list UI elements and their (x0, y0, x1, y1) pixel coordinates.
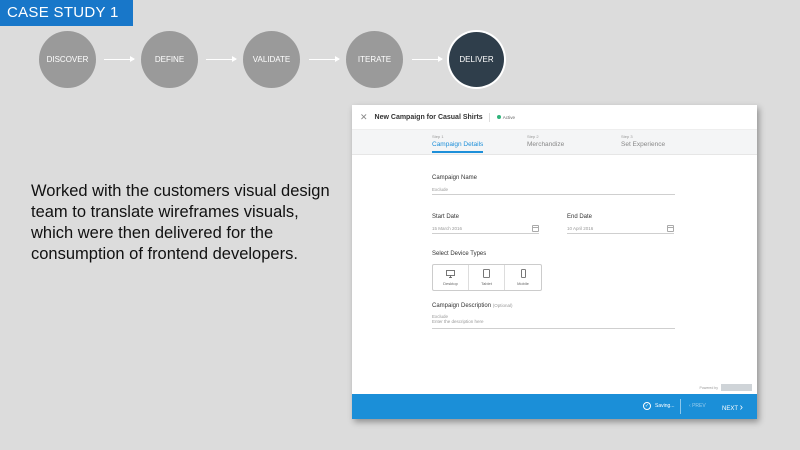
powered-by: Powered by (700, 384, 752, 391)
step-iterate: ITERATE (346, 31, 403, 88)
campaign-name-label: Campaign Name (432, 175, 478, 181)
tab-label: Merchandize (527, 141, 565, 148)
optional-tag: (Optional) (492, 303, 513, 308)
step-define: DEFINE (141, 31, 198, 88)
case-study-description: Worked with the customers visual design … (31, 182, 330, 263)
case-study-tag: CASE STUDY 1 (0, 0, 133, 26)
tab-merchandize[interactable]: Step 2 Merchandize (527, 134, 564, 148)
next-button[interactable]: NEXT › (722, 402, 743, 413)
device-desktop-button[interactable]: Desktop (433, 265, 469, 290)
start-date-input[interactable]: 15 March 2016 (432, 225, 539, 234)
campaign-app-screenshot: ✕ New Campaign for Casual Shirts Active … (352, 105, 757, 419)
arrow-icon (412, 56, 443, 62)
saving-indicator: ✓ Saving... (643, 402, 674, 410)
chevron-left-icon: ‹ (689, 403, 691, 409)
prev-label: PREV (692, 403, 706, 409)
end-date-label: End Date (567, 214, 593, 220)
start-date-label: Start Date (432, 214, 460, 220)
tablet-icon (483, 269, 490, 278)
tab-label: Set Experience (621, 141, 666, 148)
step-validate: VALIDATE (243, 31, 300, 88)
description-label-text: Campaign Description (432, 303, 492, 309)
step-tabs: Step 1 Campaign Details Step 2 Merchandi… (352, 130, 757, 155)
calendar-icon[interactable] (667, 225, 674, 232)
wizard-footer: ✓ Saving... ‹ PREV NEXT › (352, 394, 757, 419)
tab-campaign-details[interactable]: Step 1 Campaign Details (432, 134, 484, 153)
step-deliver: DELIVER (449, 32, 504, 87)
campaign-name-input[interactable]: Exclude (432, 186, 675, 195)
tab-step-number: Step 2 (527, 134, 539, 139)
description-placeholder: Enter the description here (432, 319, 484, 324)
status-dot-icon (496, 115, 501, 119)
chevron-right-icon: › (739, 402, 743, 413)
tab-step-number: Step 3 (621, 134, 633, 139)
arrow-icon (104, 56, 135, 62)
device-label: Mobile (517, 281, 529, 286)
calendar-icon[interactable] (532, 225, 539, 232)
desktop-icon (446, 269, 455, 278)
prev-button[interactable]: ‹ PREV (689, 403, 706, 409)
start-date-value: 15 March 2016 (432, 226, 463, 231)
step-discover: DISCOVER (39, 31, 96, 88)
close-icon[interactable]: ✕ (360, 112, 368, 123)
header-divider (488, 112, 490, 122)
arrow-icon (206, 56, 237, 62)
device-types-label: Select Device Types (432, 251, 487, 257)
tab-set-experience[interactable]: Step 3 Set Experience (621, 134, 665, 148)
device-mobile-button[interactable]: Mobile (505, 265, 541, 290)
app-header: ✕ New Campaign for Casual Shirts Active (352, 105, 757, 130)
tab-label: Campaign Details (432, 141, 484, 148)
campaign-description-input[interactable]: Exclude Enter the description here (432, 314, 675, 329)
device-type-selector: Desktop Tablet Mobile (432, 264, 542, 291)
powered-by-text: Powered by (699, 385, 718, 390)
end-date-value: 10 April 2016 (567, 226, 594, 231)
device-tablet-button[interactable]: Tablet (469, 265, 505, 290)
footer-divider (680, 399, 681, 414)
tab-step-number: Step 1 (432, 134, 444, 139)
arrow-icon (309, 56, 340, 62)
saving-text: Saving... (655, 403, 675, 409)
campaign-description-label: Campaign Description (Optional) (432, 303, 512, 309)
brand-logo (721, 384, 752, 391)
device-label: Tablet (481, 281, 492, 286)
end-date-input[interactable]: 10 April 2016 (567, 225, 674, 234)
device-label: Desktop (443, 280, 458, 286)
mobile-icon (520, 269, 526, 278)
check-circle-icon: ✓ (643, 402, 651, 410)
next-label: NEXT (722, 406, 738, 412)
status-badge: Active (502, 114, 515, 120)
app-title: New Campaign for Casual Shirts (374, 113, 483, 121)
